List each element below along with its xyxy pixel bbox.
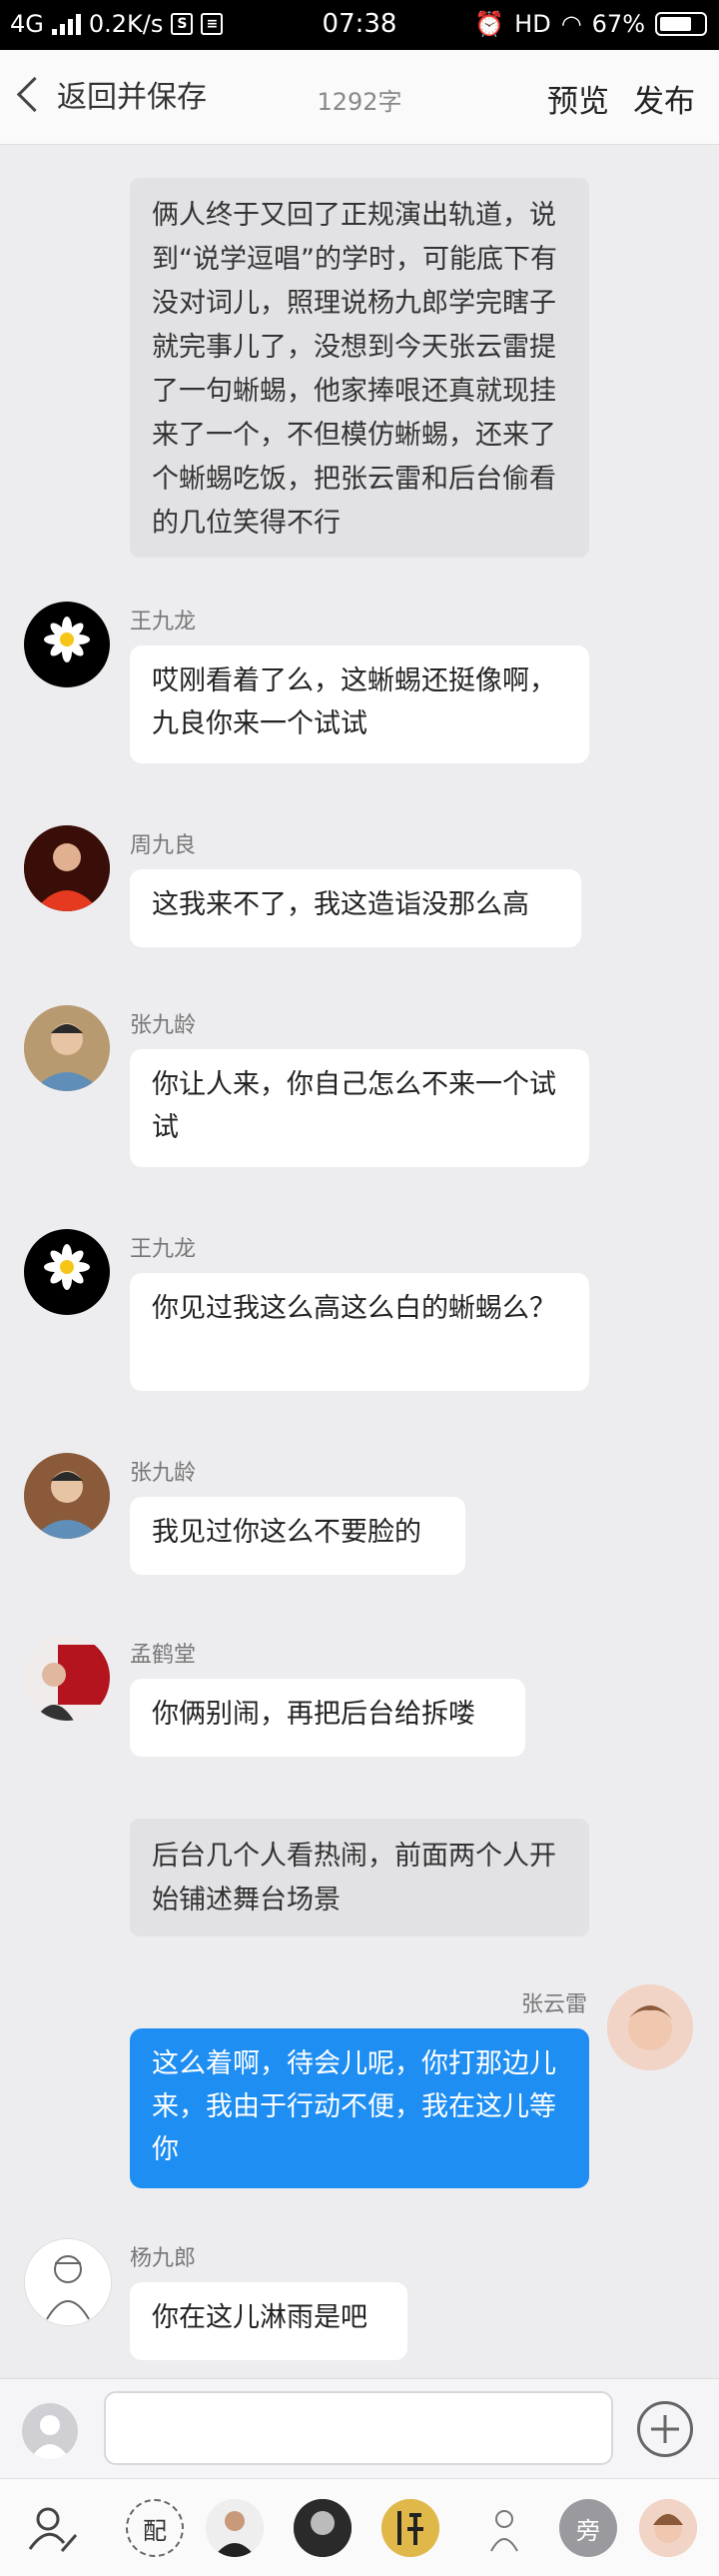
nav-bar: 返回并保存 1292字 预览 发布 (0, 50, 719, 145)
avatar-zhang-jiuling[interactable] (24, 1453, 110, 1539)
sender-name: 杨九郎 (130, 2246, 197, 2271)
narration-bubble[interactable]: 后台几个人看热闹，前面两个人开始铺述舞台场景 (130, 1819, 589, 1936)
role-avatar[interactable] (381, 2499, 439, 2557)
sketch-person-icon (25, 2239, 111, 2325)
person-photo-icon (24, 1453, 110, 1539)
user-edit-icon (28, 2507, 78, 2552)
person-photo-icon (206, 2499, 264, 2557)
sender-name: 张九龄 (130, 1013, 197, 1038)
message-bubble[interactable]: 你在这儿淋雨是吧 (130, 2282, 407, 2360)
message-bubble[interactable]: 我见过你这么不要脸的 (130, 1497, 465, 1575)
sender-name: 孟鹤堂 (130, 1643, 197, 1668)
manage-roles-button[interactable] (24, 2499, 82, 2557)
char-count: 1292字 (317, 88, 402, 116)
daisy-icon (44, 617, 90, 662)
publish-button[interactable]: 发布 (633, 76, 695, 121)
message-bubble[interactable]: 哎刚看着了么，这蜥蜴还挺像啊，九良你来一个试试 (130, 645, 589, 763)
message-bubble[interactable]: 你见过我这么高这么白的蜥蜴么？ (130, 1273, 589, 1391)
message-bubble-self[interactable]: 这么着啊，待会儿呢，你打那边儿来，我由于行动不便，我在这儿等你 (130, 2028, 589, 2188)
status-bar: 4G 0.2K/s S ≡ 07:38 ⏰ HD ◠ 67% (0, 0, 719, 50)
person-photo-icon (294, 2499, 352, 2557)
person-photo-icon (24, 1635, 110, 1721)
role-avatar[interactable] (475, 2499, 533, 2557)
avatar-zhou-jiuliang[interactable] (24, 825, 110, 911)
battery-icon (655, 12, 707, 36)
calligraphy-icon (381, 2499, 439, 2557)
sender-name: 王九龙 (130, 610, 197, 635)
add-dubbing-button[interactable]: 配 (126, 2499, 184, 2557)
message-bubble[interactable]: 你俩别闹，再把后台给拆喽 (130, 1679, 525, 1757)
person-photo-icon (607, 1984, 693, 2070)
sender-name: 王九龙 (130, 1237, 197, 1262)
avatar-yang-jiulang[interactable] (24, 2238, 112, 2326)
message-bubble[interactable]: 这我来不了，我这造诣没那么高 (130, 869, 581, 947)
sketch-person-icon (475, 2499, 533, 2557)
avatar-zhang-jiuling[interactable] (24, 1005, 110, 1091)
role-avatar[interactable] (639, 2499, 697, 2557)
person-photo-icon (639, 2499, 697, 2557)
role-avatar[interactable] (294, 2499, 352, 2557)
avatar-zhang-yunlei[interactable] (607, 1984, 693, 2070)
battery-percent: 67% (591, 10, 645, 38)
hd-label: HD (514, 10, 551, 38)
narration-role-button[interactable]: 旁 (559, 2499, 617, 2557)
preview-button[interactable]: 预览 (547, 76, 609, 121)
role-avatar[interactable] (206, 2499, 264, 2557)
narration-bubble[interactable]: 俩人终于又回了正规演出轨道，说到“说学逗唱”的学时，可能底下有没对词儿，照理说杨… (130, 178, 589, 558)
sender-name: 张云雷 (521, 1992, 588, 2017)
person-photo-icon (24, 1005, 110, 1091)
avatar-wang-jiulong[interactable] (24, 1229, 110, 1315)
user-icon (30, 2415, 70, 2459)
composer-bar (0, 2378, 719, 2479)
sender-name: 周九良 (130, 833, 197, 858)
daisy-icon (44, 1244, 90, 1290)
role-bar: 配 旁 (0, 2478, 719, 2576)
message-input[interactable] (104, 2391, 613, 2465)
message-bubble[interactable]: 你让人来，你自己怎么不来一个试试 (130, 1049, 589, 1167)
add-icon[interactable] (637, 2401, 693, 2457)
sender-name: 张九龄 (130, 1461, 197, 1486)
alarm-icon: ⏰ (474, 10, 505, 38)
avatar-wang-jiulong[interactable] (24, 602, 110, 687)
wifi-icon: ◠ (560, 10, 582, 38)
current-role-avatar[interactable] (22, 2403, 78, 2459)
avatar-meng-hetang[interactable] (24, 1635, 110, 1721)
person-photo-icon (24, 825, 110, 911)
